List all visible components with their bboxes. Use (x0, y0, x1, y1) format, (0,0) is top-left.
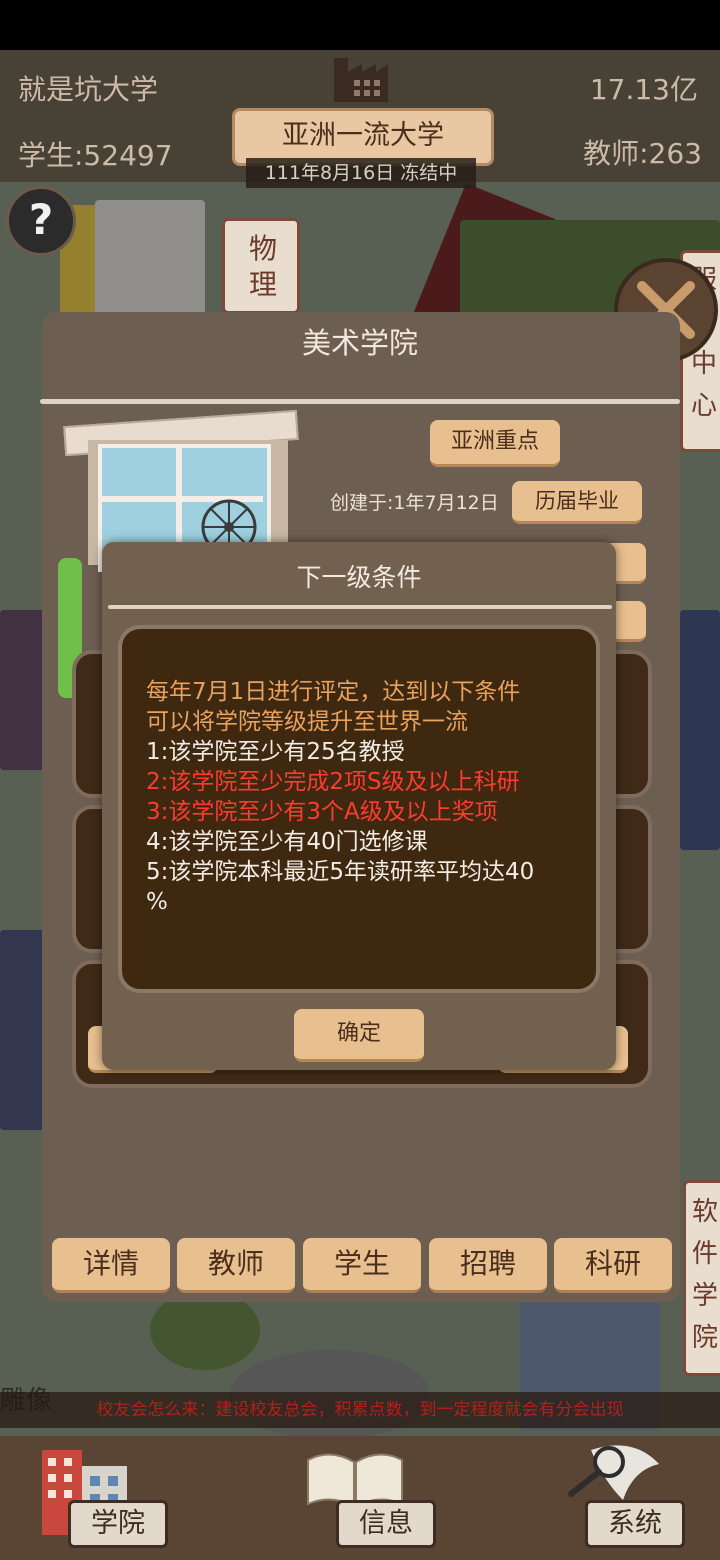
panel-divider (40, 399, 680, 404)
tab-research[interactable]: 科研 (554, 1238, 672, 1293)
graduates-button[interactable]: 历届毕业 (512, 481, 642, 524)
college-title: 美术学院 (301, 326, 418, 360)
condition-3: 3:该学院至少有3个A级及以上奖项 (146, 799, 498, 825)
nav-college-label: 学院 (68, 1500, 168, 1548)
help-button[interactable]: ? (6, 186, 76, 256)
date-status: 111年8月16日 冻结中 (246, 158, 476, 188)
school-name: 就是坑大学 (18, 73, 159, 106)
tab-details[interactable]: 详情 (52, 1238, 170, 1293)
condition-5: 5:该学院本科最近5年读研率平均达40 (146, 859, 535, 885)
nav-system-label: 系统 (585, 1500, 685, 1548)
condition-1: 1:该学院至少有25名教授 (146, 739, 405, 765)
college-illustration (58, 409, 299, 698)
software-college-sign[interactable]: 软件学院 (683, 1180, 720, 1376)
software-college-label: 软件学院 (692, 1197, 719, 1353)
nav-college[interactable]: 学院 (30, 1440, 170, 1550)
confirm-button[interactable]: 确定 (294, 1009, 424, 1062)
condition-2: 2:该学院至少完成2项S级及以上科研 (146, 769, 520, 795)
nav-info-label: 信息 (336, 1500, 436, 1548)
nav-system[interactable]: 系统 (555, 1440, 695, 1550)
tip-bar: 校友会怎么来：建设校友总会，积累点数，到一定程度就会有分会出现 (0, 1392, 720, 1428)
physics-building-sign[interactable]: 物理 (222, 218, 300, 314)
intro-line-2: 可以将学院等级提升至世界一流 (146, 709, 468, 735)
created-date: 创建于:1年7月12日 (330, 492, 499, 514)
tab-teachers[interactable]: 教师 (177, 1238, 295, 1293)
money-value: 17.13亿 (589, 73, 698, 106)
teacher-count: 教师:263 (583, 137, 702, 170)
student-count: 学生:52497 (18, 139, 173, 172)
conditions-box: 每年7月1日进行评定，达到以下条件 可以将学院等级提升至世界一流 1:该学院至少… (118, 625, 600, 993)
intro-line-1: 每年7月1日进行评定，达到以下条件 (146, 679, 521, 705)
status-bar (0, 0, 720, 50)
modal-divider (108, 605, 612, 609)
condition-5-cont: % (146, 889, 168, 915)
help-icon: ? (28, 195, 54, 244)
physics-label: 物理 (249, 232, 278, 301)
college-level-button[interactable]: 亚洲重点 (430, 420, 560, 467)
modal-title: 下一级条件 (296, 563, 422, 592)
factory-icon (330, 50, 392, 102)
tab-recruit[interactable]: 招聘 (429, 1238, 547, 1293)
tab-students[interactable]: 学生 (303, 1238, 421, 1293)
nav-info[interactable]: 信息 (300, 1440, 440, 1550)
condition-4: 4:该学院至少有40门选修课 (146, 829, 428, 855)
